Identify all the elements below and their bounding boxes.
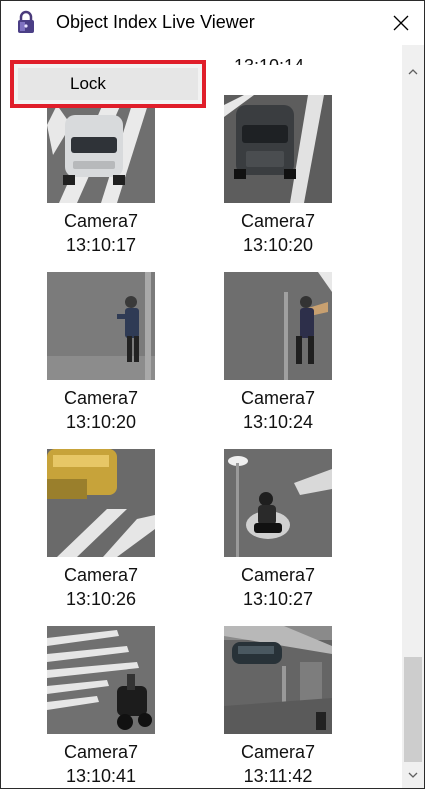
thumbnail-tile[interactable]: Camera7 13:10:26 [47,449,155,611]
thumbnail-tile[interactable]: Camera7 13:10:20 [224,95,332,257]
tile-caption: Camera7 13:10:26 [31,563,171,611]
thumbnail-tile[interactable]: Camera7 13:10:20 [47,272,155,434]
camera-name: Camera7 [240,565,316,585]
thumbnail-image[interactable] [47,626,155,734]
camera-name: Camera7 [63,388,139,408]
thumbnail-tile[interactable]: Camera7 13:10:41 [47,626,155,788]
thumbnail-image[interactable] [47,449,155,557]
thumbnail-image[interactable] [47,272,155,380]
close-button[interactable] [378,1,424,45]
context-menu: Lock [10,60,206,108]
camera-name: Camera7 [63,742,139,762]
camera-name: Camera7 [240,388,316,408]
thumbnail-image[interactable] [224,95,332,203]
camera-name: Camera7 [63,211,139,231]
capture-time: 13:10:20 [242,235,314,255]
capture-time: 13:10:20 [65,412,137,432]
tile-caption: Camera7 13:10:41 [31,740,171,788]
camera-name: Camera7 [240,211,316,231]
tile-caption: Camera7 13:10:20 [31,386,171,434]
capture-time: 13:10:41 [65,766,137,786]
scroll-thumb[interactable] [404,657,422,762]
title-bar[interactable]: Object Index Live Viewer [1,1,424,45]
camera-name: Camera7 [63,565,139,585]
capture-time: 13:10:26 [65,589,137,609]
camera-name: Camera7 [240,742,316,762]
thumbnail-image[interactable] [224,449,332,557]
thumbnail-tile[interactable]: Camera7 13:10:24 [224,272,332,434]
thumbnail-tile[interactable]: Camera7 13:10:17 [47,95,155,257]
thumbnail-image[interactable] [47,95,155,203]
capture-time: 13:10:24 [242,412,314,432]
scroll-up-button[interactable] [402,59,424,85]
window-title: Object Index Live Viewer [56,12,255,32]
close-icon [393,15,409,31]
chevron-up-icon [408,69,418,75]
capture-time: 13:11:42 [243,766,313,786]
tile-caption: Camera7 13:10:24 [208,386,348,434]
chevron-down-icon [408,772,418,778]
tile-caption: Camera7 13:11:42 [208,740,348,788]
vertical-scrollbar[interactable] [402,45,424,788]
tile-caption: Camera7 13:10:20 [208,209,348,257]
thumbnail-tile[interactable]: Camera7 13:10:27 [224,449,332,611]
tile-caption: Camera7 13:10:27 [208,563,348,611]
menu-item-lock[interactable]: Lock [18,68,198,100]
thumbnail-image[interactable] [224,626,332,734]
thumbnail-image[interactable] [224,272,332,380]
thumbnail-tile[interactable]: Camera7 13:11:42 [224,626,332,788]
capture-time: 13:10:27 [242,589,314,609]
tile-caption: Camera7 13:10:17 [31,209,171,257]
capture-time: 13:10:17 [65,235,137,255]
scroll-down-button[interactable] [402,762,424,788]
viewer-window: Object Index Live Viewer 13:10:14 C [0,0,425,789]
padlock-icon [18,10,34,33]
partial-time-label: 13:10:14 [234,57,304,65]
thumbnail-list[interactable]: 13:10:14 Camera7 13:10:17 [1,45,401,788]
